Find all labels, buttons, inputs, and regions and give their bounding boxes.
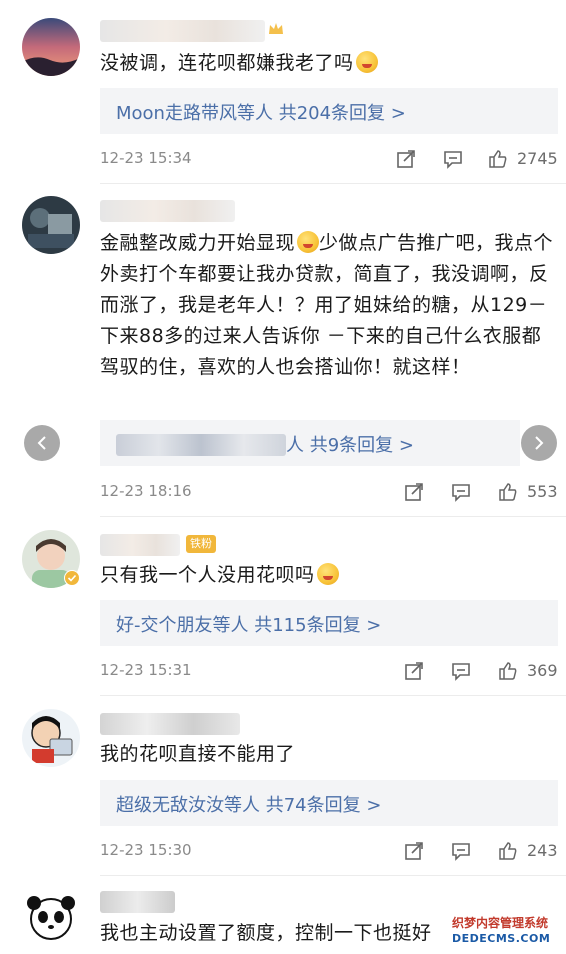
timestamp: 12-23 15:31 xyxy=(100,661,192,679)
reply-count-link[interactable]: 等人 共204条回复 > xyxy=(237,103,406,124)
chevron-left-button[interactable] xyxy=(24,425,60,461)
like-count: 553 xyxy=(527,482,558,501)
watermark-url: DEDECMS.COM xyxy=(452,932,551,945)
like-count: 2745 xyxy=(517,149,558,168)
comment-icon[interactable] xyxy=(451,661,471,681)
reply-summary[interactable]: 人 共9条回复 > xyxy=(100,420,520,466)
like-icon[interactable] xyxy=(498,482,518,502)
emoji-icon xyxy=(355,51,378,73)
comment-text: 没被调，连花呗都嫌我老了吗 xyxy=(100,48,560,79)
divider xyxy=(100,875,566,876)
reply-author-link[interactable]: Moon走路带风 xyxy=(116,103,237,124)
reply-count-link[interactable]: 等人 共115条回复 > xyxy=(213,615,382,636)
avatar[interactable] xyxy=(22,887,80,945)
like-count: 369 xyxy=(527,661,558,680)
avatar[interactable] xyxy=(22,196,80,254)
comment-text: 金融整改威力开始显现 少做点广告推广吧，我点个外卖打个车都要让我办贷款，简直了，我… xyxy=(100,231,554,378)
like-icon[interactable] xyxy=(498,841,518,861)
watermark-title: 织梦内容管理系统 xyxy=(452,916,549,930)
share-icon[interactable] xyxy=(404,661,424,681)
like-icon[interactable] xyxy=(488,149,508,169)
share-icon[interactable] xyxy=(404,482,424,502)
emoji-icon xyxy=(316,563,339,585)
divider xyxy=(100,183,566,184)
reply-author-link[interactable]: 超级无敌汝汝 xyxy=(116,795,224,816)
emoji-icon xyxy=(297,231,320,253)
comment-text: 只有我一个人没用花呗吗 xyxy=(100,560,560,591)
username[interactable] xyxy=(100,20,265,42)
reply-count-link[interactable]: 人 共9条回复 > xyxy=(286,435,414,456)
reply-author-link[interactable]: 好-交个朋友 xyxy=(116,615,213,636)
chevron-left-icon xyxy=(37,436,46,450)
username[interactable] xyxy=(100,200,235,222)
like-count: 243 xyxy=(527,841,558,860)
reply-summary[interactable]: 超级无敌汝汝等人 共74条回复 > xyxy=(100,780,558,826)
share-icon[interactable] xyxy=(404,841,424,861)
verified-icon xyxy=(64,570,80,586)
username[interactable] xyxy=(100,534,180,556)
avatar[interactable] xyxy=(22,709,80,767)
avatar[interactable] xyxy=(22,18,80,76)
crown-icon xyxy=(269,23,283,34)
comment-icon[interactable] xyxy=(443,149,463,169)
reply-author-link[interactable] xyxy=(116,434,286,456)
chevron-right-button[interactable] xyxy=(521,425,557,461)
reply-summary[interactable]: 好-交个朋友等人 共115条回复 > xyxy=(100,600,558,646)
username[interactable] xyxy=(100,713,240,735)
watermark: 织梦内容管理系统 DEDECMS.COM xyxy=(448,912,560,950)
comment-icon[interactable] xyxy=(451,482,471,502)
timestamp: 12-23 15:34 xyxy=(100,149,192,167)
comment-text: 我的花呗直接不能用了 xyxy=(100,743,296,765)
like-icon[interactable] xyxy=(498,661,518,681)
timestamp: 12-23 15:30 xyxy=(100,841,192,859)
comment-icon[interactable] xyxy=(451,841,471,861)
divider xyxy=(100,516,566,517)
chevron-right-icon xyxy=(535,436,544,450)
fan-badge: 铁粉 xyxy=(186,535,216,553)
timestamp: 12-23 18:16 xyxy=(100,482,192,500)
divider xyxy=(100,695,566,696)
reply-summary[interactable]: Moon走路带风等人 共204条回复 > xyxy=(100,88,558,134)
share-icon[interactable] xyxy=(396,149,416,169)
reply-count-link[interactable]: 等人 共74条回复 > xyxy=(224,795,381,816)
username[interactable] xyxy=(100,891,175,913)
